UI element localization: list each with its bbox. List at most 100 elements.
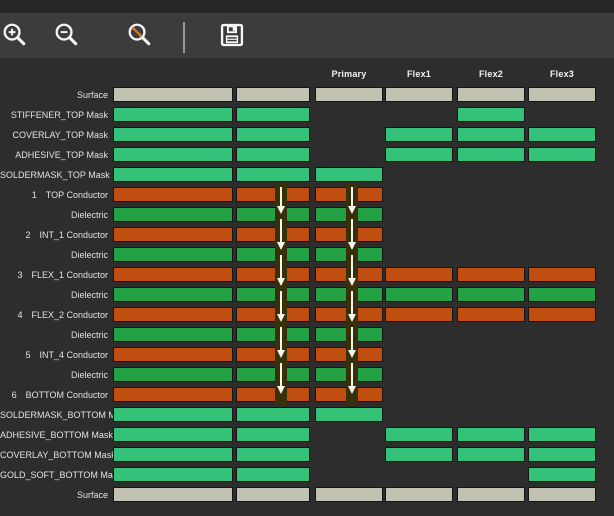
layer-bar-primary[interactable] [315,167,383,182]
layer-bar-stackA[interactable] [113,147,233,162]
layer-bar-stackB[interactable] [236,367,310,382]
layer-bar-stackA[interactable] [113,207,233,222]
row-label: Dielectric [0,325,108,345]
layer-bar-stackB[interactable] [236,187,310,202]
layer-bar-primary[interactable] [315,187,383,202]
layer-bar-stackB[interactable] [236,467,310,482]
layer-bar-flex3[interactable] [528,467,596,482]
layer-bar-stackB[interactable] [236,247,310,262]
layer-bar-stackB[interactable] [236,307,310,322]
layer-bar-stackA[interactable] [113,247,233,262]
layer-bar-stackA[interactable] [113,127,233,142]
layer-bar-stackA[interactable] [113,287,233,302]
layer-bar-stackA[interactable] [113,327,233,342]
layer-bar-flex3[interactable] [528,447,596,462]
layer-bar-stackB[interactable] [236,387,310,402]
layer-bar-stackB[interactable] [236,347,310,362]
layer-bar-primary[interactable] [315,227,383,242]
layer-bar-flex2[interactable] [457,147,525,162]
layer-bar-stackA[interactable] [113,447,233,462]
layer-bar-stackB[interactable] [236,267,310,282]
layer-bar-flex2[interactable] [457,107,525,122]
layer-bar-flex3[interactable] [528,267,596,282]
layer-bar-flex1[interactable] [385,307,453,322]
layer-bar-flex2[interactable] [457,267,525,282]
zoom-in-button[interactable] [0,20,30,50]
layer-bar-flex1[interactable] [385,447,453,462]
row-label: 3FLEX_1 Conductor [0,265,108,285]
layer-bar-primary[interactable] [315,207,383,222]
layer-bar-primary[interactable] [315,487,383,502]
layer-bar-stackA[interactable] [113,407,233,422]
layer-bar-flex3[interactable] [528,307,596,322]
layer-bar-flex3[interactable] [528,127,596,142]
row-label: Surface [0,85,108,105]
layer-bar-flex2[interactable] [457,487,525,502]
layer-bar-primary[interactable] [315,87,383,102]
row-label: Dielectric [0,205,108,225]
layer-bar-stackB[interactable] [236,207,310,222]
layer-bar-flex1[interactable] [385,487,453,502]
layer-bar-stackB[interactable] [236,447,310,462]
layer-bar-primary[interactable] [315,407,383,422]
layer-bar-primary[interactable] [315,287,383,302]
layer-bar-stackA[interactable] [113,107,233,122]
layer-name: Dielectric [71,210,108,220]
stackup-canvas: PrimaryFlex1Flex2Flex3SurfaceSTIFFENER_T… [0,58,614,516]
layer-bar-stackB[interactable] [236,407,310,422]
layer-bar-stackB[interactable] [236,427,310,442]
layer-bar-flex3[interactable] [528,87,596,102]
layer-bar-flex1[interactable] [385,427,453,442]
layer-bar-stackA[interactable] [113,267,233,282]
layer-bar-primary[interactable] [315,327,383,342]
layer-bar-primary[interactable] [315,387,383,402]
layer-bar-flex1[interactable] [385,267,453,282]
zoom-region-button[interactable] [125,20,155,50]
layer-name: INT_4 Conductor [39,350,108,360]
layer-bar-primary[interactable] [315,347,383,362]
layer-bar-stackB[interactable] [236,227,310,242]
layer-bar-flex2[interactable] [457,127,525,142]
layer-bar-flex2[interactable] [457,427,525,442]
layer-bar-flex3[interactable] [528,427,596,442]
layer-bar-stackB[interactable] [236,487,310,502]
layer-bar-stackA[interactable] [113,387,233,402]
layer-bar-stackB[interactable] [236,107,310,122]
layer-bar-stackB[interactable] [236,327,310,342]
layer-bar-primary[interactable] [315,367,383,382]
layer-bar-primary[interactable] [315,267,383,282]
layer-bar-stackB[interactable] [236,127,310,142]
layer-bar-primary[interactable] [315,307,383,322]
layer-bar-primary[interactable] [315,247,383,262]
layer-bar-stackA[interactable] [113,367,233,382]
layer-bar-stackA[interactable] [113,307,233,322]
zoom-out-button[interactable] [52,20,82,50]
layer-name: COVERLAY_TOP Mask [12,130,108,140]
layer-bar-flex3[interactable] [528,147,596,162]
layer-bar-flex2[interactable] [457,287,525,302]
layer-bar-flex1[interactable] [385,147,453,162]
layer-bar-flex2[interactable] [457,87,525,102]
layer-bar-stackA[interactable] [113,187,233,202]
save-button[interactable] [217,20,247,50]
layer-bar-stackA[interactable] [113,87,233,102]
layer-bar-stackB[interactable] [236,167,310,182]
layer-bar-stackA[interactable] [113,167,233,182]
row-label: Surface [0,485,108,505]
layer-bar-stackA[interactable] [113,467,233,482]
row-label: SOLDERMASK_TOP Mask [0,165,108,185]
layer-bar-stackB[interactable] [236,87,310,102]
layer-bar-stackA[interactable] [113,347,233,362]
layer-bar-flex1[interactable] [385,87,453,102]
layer-bar-stackB[interactable] [236,287,310,302]
layer-bar-stackA[interactable] [113,427,233,442]
layer-bar-flex2[interactable] [457,307,525,322]
layer-bar-flex3[interactable] [528,287,596,302]
layer-bar-flex1[interactable] [385,127,453,142]
layer-bar-flex3[interactable] [528,487,596,502]
layer-bar-stackB[interactable] [236,147,310,162]
layer-bar-stackA[interactable] [113,227,233,242]
layer-bar-flex1[interactable] [385,287,453,302]
layer-bar-stackA[interactable] [113,487,233,502]
layer-bar-flex2[interactable] [457,447,525,462]
